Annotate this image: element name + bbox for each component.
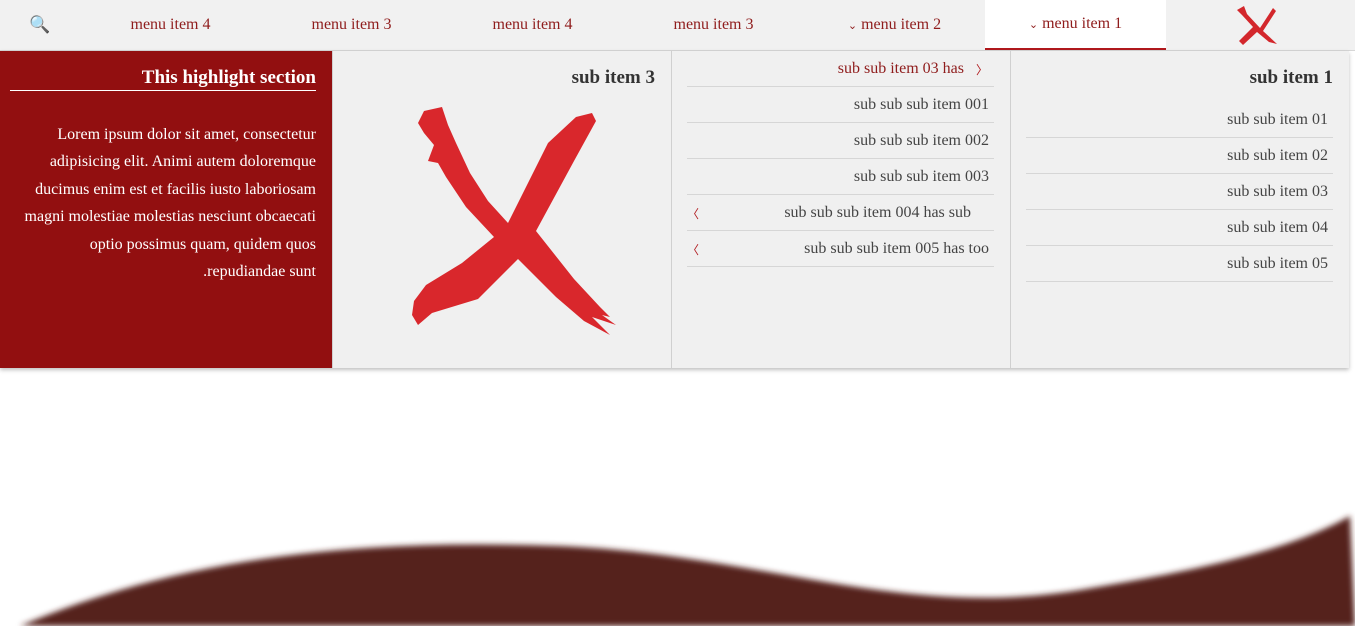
background-wave [20, 516, 1355, 626]
chevron-left-icon: 〈 [687, 242, 700, 257]
list-item-label: sub sub item 03 has [837, 59, 964, 77]
nav-item-label: menu item 3 [673, 16, 754, 33]
list-item-label: sub sub item 05 [1227, 254, 1328, 272]
list-item[interactable]: 〈 sub sub sub item 005 has too [687, 231, 994, 267]
list-item[interactable]: sub sub sub item 003 [687, 159, 994, 195]
top-navigation: 🔍 menu item 4 menu item 3 menu item 4 me… [0, 0, 1355, 51]
highlight-body: Lorem ipsum dolor sit amet, consectetur … [24, 126, 316, 281]
list-item[interactable]: sub sub item 04 [1026, 210, 1333, 246]
sub-item-list: sub sub item 01 sub sub item 02 sub sub … [1026, 102, 1333, 282]
nav-item-menu-1[interactable]: ⌄ menu item 1 [985, 0, 1166, 50]
sub-item-column: sub item 1 sub sub item 01 sub sub item … [1010, 51, 1349, 368]
list-item-label: sub sub item 01 [1227, 110, 1328, 128]
list-item-label: sub sub sub item 005 has too [804, 239, 989, 257]
list-item[interactable]: sub sub sub item 002 [687, 123, 994, 159]
magnifier-icon: 🔍 [29, 15, 51, 34]
nav-item-label: menu item 3 [311, 16, 392, 33]
column-title: sub item 3 [571, 67, 655, 88]
nav-item-label: menu item 4 [492, 16, 573, 33]
list-item[interactable]: sub sub item 03 has 〉 [687, 51, 994, 87]
list-item-label: sub sub sub item 003 [853, 167, 989, 185]
red-x-brush-icon [412, 107, 616, 335]
nav-item-menu-2[interactable]: ⌄ menu item 2 [804, 0, 985, 50]
chevron-right-icon: 〉 [975, 62, 988, 77]
column-title: sub item 1 [1249, 67, 1333, 88]
sub-sub-list: sub sub item 03 has 〉 sub sub sub item 0… [687, 51, 994, 267]
list-item[interactable]: sub sub item 03 [1026, 174, 1333, 210]
highlight-section: This highlight section Lorem ipsum dolor… [0, 51, 332, 368]
mega-menu-panel: This highlight section Lorem ipsum dolor… [0, 51, 1349, 368]
list-item-label: sub sub item 04 [1227, 218, 1328, 236]
image-column: sub item 3 [332, 51, 671, 368]
red-x-logo-icon [1237, 6, 1277, 45]
chevron-down-icon: ⌄ [1028, 18, 1039, 31]
list-item-label: sub sub sub item 002 [853, 131, 989, 149]
search-button[interactable]: 🔍 [0, 0, 80, 50]
list-item-label: sub sub sub item 001 [853, 95, 989, 113]
nav-item-menu-4-second[interactable]: menu item 4 [442, 0, 623, 50]
list-item[interactable]: sub sub sub item 001 [687, 87, 994, 123]
nav-item-menu-4[interactable]: menu item 4 [80, 0, 261, 50]
nav-item-menu-3-second[interactable]: menu item 3 [623, 0, 804, 50]
highlight-title: This highlight section [10, 67, 316, 91]
list-item-label: sub sub item 02 [1227, 146, 1328, 164]
list-item-label: sub sub sub item 004 has sub [784, 203, 971, 221]
logo-link[interactable] [1166, 0, 1346, 50]
chevron-down-icon: ⌄ [847, 19, 858, 32]
nav-item-label: menu item 2 [861, 16, 942, 33]
list-item-label: sub sub item 03 [1227, 182, 1328, 200]
chevron-left-icon: 〈 [687, 206, 700, 221]
list-item[interactable]: 〈 sub sub sub item 004 has sub [687, 195, 994, 231]
nav-item-label: menu item 4 [130, 16, 211, 33]
sub-sub-column: sub sub item 03 has 〉 sub sub sub item 0… [671, 51, 1010, 368]
nav-item-menu-3[interactable]: menu item 3 [261, 0, 442, 50]
list-item[interactable]: sub sub item 02 [1026, 138, 1333, 174]
nav-item-label: menu item 1 [1042, 15, 1123, 32]
list-item[interactable]: sub sub item 01 [1026, 102, 1333, 138]
list-item[interactable]: sub sub item 05 [1026, 246, 1333, 282]
